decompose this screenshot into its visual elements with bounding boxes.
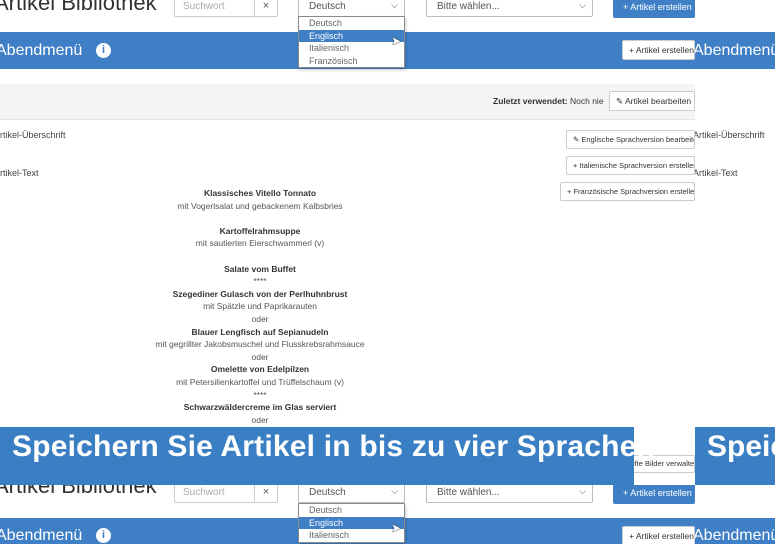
category-select[interactable]: Bitte wählen... ⌵ [426, 0, 593, 17]
search-input[interactable]: Suchwort × [174, 0, 278, 17]
info-icon[interactable]: i [96, 43, 111, 58]
menu-dish-description: oder [251, 351, 269, 362]
menu-dish-title: Klassisches Vitello Tonnato [203, 188, 317, 198]
menu-dish-title: Omelette von Edelpilzen [210, 364, 310, 375]
mirror-text-label: Artikel-Text [695, 168, 738, 178]
language-select[interactable]: Deutsch ⌵ [298, 0, 405, 17]
dropdown-option[interactable]: Italienisch [299, 42, 404, 55]
chevron-down-icon: ⌵ [391, 0, 398, 10]
last-used-info: Zuletzt verwendet: Noch nie [493, 96, 604, 106]
caption-text-right: Speic [707, 430, 775, 463]
bottom-app-title: Artikel Bibliothek [0, 485, 157, 498]
bottom-info-icon[interactable]: i [96, 528, 111, 543]
menu-dish-description: mit gegrillter Jakobsmuschel und Flusskr… [155, 339, 365, 350]
bottom-search-input[interactable]: Suchwort × [174, 485, 278, 503]
dropdown-option[interactable]: Deutsch [299, 17, 404, 30]
bottom-repeated-ui: Artikel Bibliothek Suchwort × Deutsch ⌵ … [0, 485, 775, 544]
menu-dish-description [120, 212, 400, 225]
last-used-label: Zuletzt verwendet: [493, 96, 568, 106]
article-text-label: Artikel-Text [0, 168, 39, 178]
menu-dish-title: Szegediner Gulasch von der Perlhuhnbrust [172, 288, 348, 299]
mirror-panel-title: Abendmenü [695, 42, 775, 59]
menu-dish-description: mit Spätzle und Paprikarauten [203, 301, 317, 312]
chevron-down-icon: ⌵ [579, 486, 586, 496]
menu-dish-description: mit sautierten Eierschwammerl (v) [195, 238, 325, 249]
caption-text: Speichern Sie Artikel in bis zu vier Spr… [12, 430, 656, 463]
bottom-mouse-cursor-icon: ➤ [391, 521, 402, 535]
menu-dish-description: mit Vogerlsalat und gebackenem Kalbsbrie… [177, 200, 343, 211]
menu-dish-description: **** [253, 276, 267, 287]
dropdown-option[interactable]: Englisch [299, 29, 404, 42]
category-select-value: Bitte wählen... [437, 1, 500, 12]
menu-dish-description: oder [251, 313, 269, 324]
bottom-category-select-value: Bitte wählen... [437, 487, 500, 498]
chevron-down-icon: ⌵ [391, 486, 398, 496]
bottom-language-select-value: Deutsch [309, 487, 346, 498]
app-title: Artikel Bibliothek [0, 0, 157, 15]
bottom-mirror-title: Abendmenü [693, 527, 775, 544]
dropdown-option[interactable]: Englisch [299, 516, 404, 529]
bottom-clear-search-button[interactable]: × [254, 485, 277, 502]
edit-english-version-button[interactable]: ✎ Englische Sprachversion bearbeiten [566, 130, 695, 149]
dropdown-option[interactable]: Deutsch [299, 504, 404, 517]
bottom-search-placeholder: Suchwort [183, 487, 225, 498]
menu-dish-title: Blauer Lengfisch auf Sepianudeln [191, 326, 329, 337]
bottom-category-select[interactable]: Bitte wählen... ⌵ [426, 485, 593, 503]
language-dropdown-list: Deutsch Englisch Italienisch Französisch [298, 16, 405, 68]
menu-dish-description: **** [253, 389, 267, 400]
panel-title: Abendmenü [0, 42, 83, 59]
mouse-cursor-icon: ➤ [391, 34, 402, 48]
mirror-heading-label: Artikel-Überschrift [695, 130, 765, 140]
article-text-content: Klassisches Vitello Tonnato mit Vogerlsal… [120, 187, 400, 426]
dropdown-option[interactable]: Französisch [299, 55, 404, 68]
create-french-version-button[interactable]: + Französische Sprachversion erstellen [560, 182, 695, 201]
menu-dish-title: Kartoffelrahmsuppe [219, 225, 301, 236]
create-italian-version-button[interactable]: + Italienische Sprachversion erstellen [566, 156, 695, 175]
bottom-language-dropdown-list: Deutsch Englisch Italienisch [298, 503, 405, 543]
bottom-language-select[interactable]: Deutsch ⌵ [298, 485, 405, 503]
search-placeholder: Suchwort [183, 1, 225, 12]
menu-dish-title: Schwarzwäldercreme im Glas serviert [183, 402, 337, 413]
menu-dish-title: Salate vom Buffet [224, 263, 296, 274]
clear-search-button[interactable]: × [254, 0, 277, 16]
panel-create-article-button[interactable]: + Artikel erstellen [622, 40, 695, 60]
edit-article-button[interactable]: ✎ Artikel bearbeiten [609, 91, 695, 111]
menu-dish-description: oder [251, 414, 269, 425]
language-select-value: Deutsch [309, 1, 346, 12]
bottom-panel-title: Abendmenü [0, 527, 83, 544]
chevron-down-icon: ⌵ [579, 0, 586, 10]
last-used-value: Noch nie [570, 96, 604, 106]
bottom-panel-create-button[interactable]: + Artikel erstellen [622, 526, 695, 544]
bottom-create-article-button[interactable]: + Artikel erstellen [613, 485, 695, 504]
article-heading-label: Artikel-Überschrift [0, 130, 66, 140]
create-article-button[interactable]: + Artikel erstellen [613, 0, 695, 18]
dropdown-option[interactable]: Italienisch [299, 529, 404, 542]
menu-dish-description [120, 250, 400, 263]
menu-dish-description: mit Petersilienkartoffel und Trüffelscha… [176, 376, 344, 387]
